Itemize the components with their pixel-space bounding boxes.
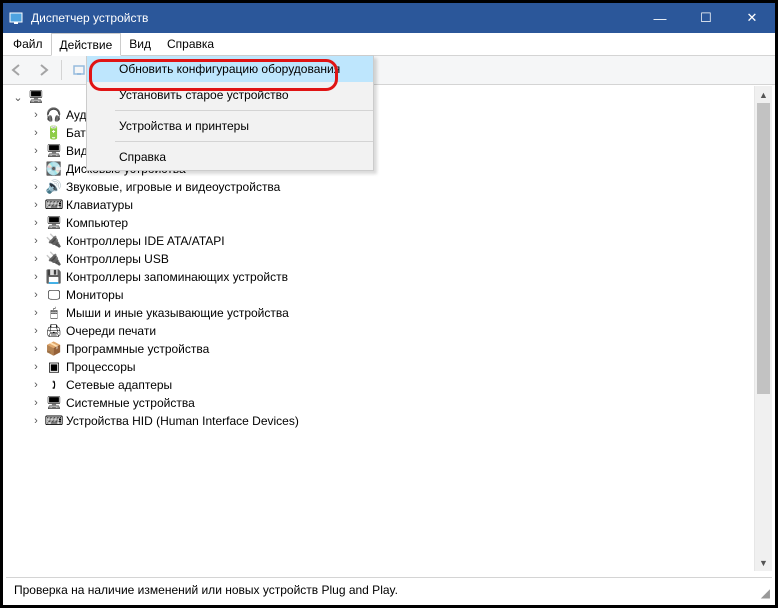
expand-icon[interactable]: ›: [30, 361, 42, 373]
device-icon: ⌨: [46, 413, 62, 429]
expand-icon[interactable]: ›: [30, 271, 42, 283]
device-icon: 🖥: [46, 143, 62, 159]
menuitem-legacy-device[interactable]: Установить старое устройство: [87, 82, 373, 108]
device-label: Устройства HID (Human Interface Devices): [66, 414, 299, 428]
device-label: Очереди печати: [66, 324, 156, 338]
expand-icon[interactable]: ›: [30, 289, 42, 301]
expand-icon[interactable]: ›: [30, 181, 42, 193]
minimize-button[interactable]: —: [637, 3, 683, 33]
tree-item[interactable]: › 🖱 Мыши и иные указывающие устройства: [12, 304, 772, 322]
menu-separator: [115, 141, 373, 142]
menuitem-devices-printers[interactable]: Устройства и принтеры: [87, 113, 373, 139]
expand-icon[interactable]: ›: [30, 415, 42, 427]
expand-icon[interactable]: ›: [30, 217, 42, 229]
device-label: Системные устройства: [66, 396, 195, 410]
device-icon: 🖵: [46, 287, 62, 303]
menu-file[interactable]: Файл: [5, 33, 51, 55]
expand-icon[interactable]: ›: [30, 325, 42, 337]
tree-item[interactable]: › ⌨ Устройства HID (Human Interface Device…: [12, 412, 772, 430]
expand-icon[interactable]: ›: [30, 145, 42, 157]
tree-item[interactable]: › 💾 Контроллеры запоминающих устройств: [12, 268, 772, 286]
device-label: Программные устройства: [66, 342, 209, 356]
device-icon: ⌨: [46, 197, 62, 213]
device-icon: 🎧: [46, 107, 62, 123]
close-button[interactable]: ✕: [729, 3, 775, 33]
device-icon: ▣: [46, 359, 62, 375]
menu-separator: [115, 110, 373, 111]
device-label: Процессоры: [66, 360, 136, 374]
device-icon: 🔋: [46, 125, 62, 141]
tree-item[interactable]: › 🕽 Сетевые адаптеры: [12, 376, 772, 394]
resize-grip-icon[interactable]: ◢: [761, 586, 770, 600]
tree-item[interactable]: › 🖨 Очереди печати: [12, 322, 772, 340]
expand-icon[interactable]: ›: [30, 397, 42, 409]
tree-item[interactable]: › ▣ Процессоры: [12, 358, 772, 376]
tree-item[interactable]: › ⌨ Клавиатуры: [12, 196, 772, 214]
expand-icon[interactable]: ›: [30, 163, 42, 175]
device-icon: 🔌: [46, 251, 62, 267]
device-label: Мыши и иные указывающие устройства: [66, 306, 289, 320]
scroll-up-icon[interactable]: ▲: [755, 86, 772, 103]
expand-icon[interactable]: ›: [30, 199, 42, 211]
device-icon: 🕽: [46, 377, 62, 393]
device-icon: 🔊: [46, 179, 62, 195]
menuitem-help[interactable]: Справка: [87, 144, 373, 170]
menubar: Файл Действие Вид Справка: [3, 33, 775, 56]
tree-item[interactable]: › 🖥 Системные устройства: [12, 394, 772, 412]
tree-item[interactable]: › 🖥 Компьютер: [12, 214, 772, 232]
back-icon[interactable]: [7, 60, 27, 80]
expand-icon[interactable]: ›: [30, 343, 42, 355]
vertical-scrollbar[interactable]: ▲ ▼: [754, 86, 772, 571]
expand-icon[interactable]: ›: [30, 235, 42, 247]
forward-icon[interactable]: [33, 60, 53, 80]
tree-item[interactable]: › 📦 Программные устройства: [12, 340, 772, 358]
menu-view[interactable]: Вид: [121, 33, 159, 55]
expand-icon[interactable]: ›: [30, 109, 42, 121]
tree-item[interactable]: › 🖵 Мониторы: [12, 286, 772, 304]
device-label: Клавиатуры: [66, 198, 133, 212]
tree-item[interactable]: › 🔌 Контроллеры IDE ATA/ATAPI: [12, 232, 772, 250]
device-icon: 🖥: [46, 215, 62, 231]
device-label: Контроллеры запоминающих устройств: [66, 270, 288, 284]
device-label: Контроллеры USB: [66, 252, 169, 266]
separator: [61, 60, 62, 80]
collapse-icon[interactable]: ⌄: [12, 91, 24, 104]
menu-help[interactable]: Справка: [159, 33, 222, 55]
device-icon: 💽: [46, 161, 62, 177]
maximize-button[interactable]: ☐: [683, 3, 729, 33]
scroll-down-icon[interactable]: ▼: [755, 554, 772, 571]
expand-icon[interactable]: ›: [30, 127, 42, 139]
window-title: Диспетчер устройств: [31, 11, 637, 25]
device-label: Сетевые адаптеры: [66, 378, 172, 392]
device-icon: 🖨: [46, 323, 62, 339]
statusbar-text: Проверка на наличие изменений или новых …: [14, 583, 398, 597]
titlebar[interactable]: Диспетчер устройств — ☐ ✕: [3, 3, 775, 33]
device-label: Компьютер: [66, 216, 128, 230]
menu-action[interactable]: Действие: [51, 33, 122, 56]
expand-icon[interactable]: ›: [30, 379, 42, 391]
statusbar: Проверка на наличие изменений или новых …: [6, 577, 772, 602]
expand-icon[interactable]: ›: [30, 307, 42, 319]
device-icon: 📦: [46, 341, 62, 357]
device-icon: 🖥: [46, 395, 62, 411]
device-icon: 🔌: [46, 233, 62, 249]
device-label: Звуковые, игровые и видеоустройства: [66, 180, 280, 194]
expand-icon[interactable]: ›: [30, 253, 42, 265]
device-icon: 🖱: [46, 305, 62, 321]
device-label: Контроллеры IDE ATA/ATAPI: [66, 234, 225, 248]
scrollbar-thumb[interactable]: [757, 103, 770, 394]
device-icon: 💾: [46, 269, 62, 285]
device-label: Мониторы: [66, 288, 123, 302]
computer-icon: 🖥: [28, 89, 44, 105]
tree-item[interactable]: › 🔊 Звуковые, игровые и видеоустройства: [12, 178, 772, 196]
action-menu-dropdown: Обновить конфигурацию оборудования Устан…: [86, 55, 374, 171]
tree-item[interactable]: › 🔌 Контроллеры USB: [12, 250, 772, 268]
menuitem-update-hardware[interactable]: Обновить конфигурацию оборудования: [87, 56, 373, 82]
app-icon: [9, 10, 25, 26]
